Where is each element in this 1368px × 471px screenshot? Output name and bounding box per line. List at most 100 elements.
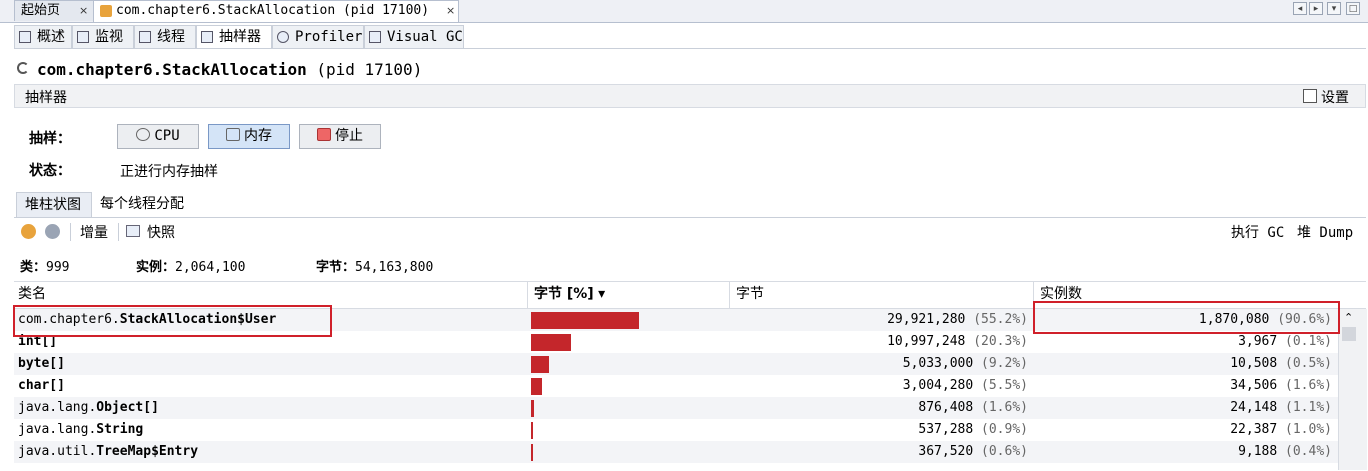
bytes-share-bar: [531, 400, 534, 417]
bytes-share-bar: [531, 422, 533, 439]
tab-overview[interactable]: 概述: [14, 25, 72, 48]
scroll-thumb[interactable]: [1342, 327, 1356, 341]
tab-start-page[interactable]: 起始页 ×: [14, 0, 94, 21]
classes-label: 类：: [20, 260, 47, 275]
bytes-percent: (20.3%): [973, 334, 1028, 349]
bytes-cell: 537,288 (0.9%): [918, 419, 1028, 441]
instances-percent: (0.1%): [1285, 334, 1332, 349]
bytes-percent: (0.9%): [981, 422, 1028, 437]
stop-icon: [317, 128, 331, 141]
bytes-percent: (1.6%): [981, 400, 1028, 415]
document-tab-bar: 起始页 × com.chapter6.StackAllocation (pid …: [0, 0, 1368, 23]
memory-label: 内存: [244, 128, 272, 144]
checkbox-icon: [1303, 89, 1317, 103]
class-name-cell: char[]: [18, 375, 65, 397]
class-name-cell: java.lang.Object[]: [18, 397, 159, 419]
heap-dump-button[interactable]: 堆 Dump: [1297, 222, 1353, 242]
cpu-button[interactable]: CPU: [117, 124, 199, 149]
scroll-tabs-left-icon[interactable]: ◂: [1293, 2, 1307, 15]
highlight-class-name: [13, 305, 332, 337]
memory-icon: [226, 128, 240, 141]
bytes-value: 29,921,280: [887, 312, 966, 327]
close-icon[interactable]: ×: [446, 1, 455, 21]
visual-gc-icon: [369, 31, 381, 43]
snapshot-button[interactable]: 快照: [147, 222, 175, 242]
tab-label: 监视: [95, 29, 123, 45]
column-label: 类名: [18, 286, 46, 302]
instances-percent: (1.1%): [1285, 400, 1332, 415]
settings-checkbox[interactable]: 设置: [1303, 87, 1349, 107]
status-label: 状态：: [29, 163, 71, 179]
refresh-icon[interactable]: [45, 224, 60, 239]
pause-icon[interactable]: [21, 224, 36, 239]
tab-monitor[interactable]: 监视: [72, 25, 134, 48]
sample-label: 抽样：: [29, 131, 71, 147]
package-prefix: java.lang.: [18, 400, 97, 415]
instances-percent: (1.0%): [1285, 422, 1332, 437]
column-label: 实例数: [1040, 286, 1082, 302]
histogram-toolbar: 增量 快照 执行 GC 堆 Dump: [14, 220, 1366, 244]
tab-sampler[interactable]: 抽样器: [196, 25, 272, 49]
scroll-up-icon[interactable]: ⌃: [1344, 311, 1353, 324]
class-name: TreeMap$Entry: [96, 444, 199, 459]
instances-value: 2,064,100: [175, 260, 246, 275]
tab-visual-gc[interactable]: Visual GC: [364, 25, 464, 48]
bytes-cell: 3,004,280 (5.5%): [903, 375, 1028, 397]
tab-heap-histogram[interactable]: 堆柱状图: [16, 192, 92, 217]
column-bytes-percent[interactable]: 字节 [%] ▾: [527, 282, 729, 308]
tab-stackallocation[interactable]: com.chapter6.StackAllocation (pid 17100)…: [93, 0, 459, 22]
gc-button[interactable]: 执行 GC: [1231, 222, 1284, 242]
table-row[interactable]: byte[] 5,033,000 (9.2%) 10,508 (0.5%): [14, 353, 1338, 375]
package-prefix: java.util.: [18, 444, 97, 459]
instances-cell: 10,508 (0.5%): [1230, 353, 1332, 375]
bytes-share-bar: [531, 378, 542, 395]
bytes-share-bar: [531, 444, 533, 461]
tab-label: 概述: [37, 29, 65, 45]
app-name: com.chapter6.StackAllocation: [37, 60, 307, 79]
overview-icon: [19, 31, 31, 43]
bytes-cell: 29,921,280 (55.2%): [887, 309, 1028, 331]
instances-value: 22,387: [1230, 422, 1278, 437]
instances-percent: (0.5%): [1285, 356, 1332, 371]
settings-label: 设置: [1321, 90, 1349, 106]
instances-value: 24,148: [1230, 400, 1278, 415]
stop-button[interactable]: 停止: [299, 124, 381, 149]
instances-cell: 3,967 (0.1%): [1238, 331, 1332, 353]
tab-label: 线程: [157, 29, 185, 45]
bytes-cell: 367,520 (0.6%): [918, 441, 1028, 463]
tab-label: Profiler: [295, 29, 363, 45]
package-prefix: java.lang.: [18, 422, 97, 437]
status-value: 正进行内存抽样: [120, 164, 218, 180]
table-row[interactable]: char[] 3,004,280 (5.5%) 34,506 (1.6%): [14, 375, 1338, 397]
table-row[interactable]: java.util.TreeMap$Entry 367,520 (0.6%) 9,1…: [14, 441, 1338, 463]
tab-per-thread-allocation[interactable]: 每个线程分配: [92, 192, 192, 217]
instances-value: 34,506: [1230, 378, 1278, 393]
tab-threads[interactable]: 线程: [134, 25, 196, 48]
class-name: byte[]: [18, 356, 65, 371]
tab-profiler[interactable]: Profiler: [272, 25, 364, 48]
memory-button[interactable]: 内存: [208, 124, 290, 149]
column-bytes[interactable]: 字节: [729, 282, 1033, 308]
class-name: char[]: [18, 378, 65, 393]
close-icon[interactable]: ×: [79, 1, 88, 21]
instances-percent: (0.4%): [1285, 444, 1332, 459]
tab-list-icon[interactable]: ▾: [1327, 2, 1341, 15]
instances-value: 9,188: [1238, 444, 1278, 459]
classes-value: 999: [46, 260, 70, 275]
bytes-value: 3,004,280: [902, 378, 974, 393]
highlight-instance-count: [1033, 301, 1340, 334]
sort-descending-icon: ▾: [598, 286, 606, 302]
bytes-value: 537,288: [918, 422, 974, 437]
cpu-label: CPU: [154, 128, 180, 144]
delta-button[interactable]: 增量: [80, 222, 108, 242]
scroll-tabs-right-icon[interactable]: ▸: [1309, 2, 1323, 15]
vertical-scrollbar[interactable]: ⌃: [1338, 309, 1367, 470]
table-row[interactable]: java.lang.String 537,288 (0.9%) 22,387 (1.…: [14, 419, 1338, 441]
byte-count: 字节：54,163,800: [316, 256, 433, 275]
class-name-cell: java.lang.String: [18, 419, 143, 441]
maximize-icon[interactable]: □: [1346, 2, 1360, 15]
table-row[interactable]: java.lang.Object[] 876,408 (1.6%) 24,148 (…: [14, 397, 1338, 419]
bytes-label: 字节：: [316, 260, 356, 275]
bytes-percent: (55.2%): [973, 312, 1028, 327]
column-label: 字节 [%]: [534, 286, 594, 302]
